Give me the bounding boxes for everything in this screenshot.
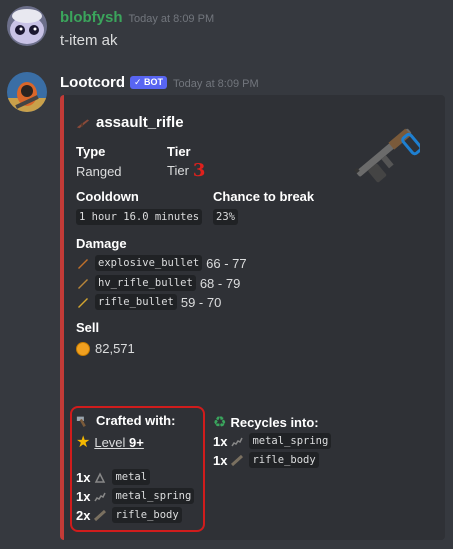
damage-range: 68 - 79 bbox=[199, 275, 241, 291]
break-value: 23% bbox=[213, 209, 238, 225]
crafted-qty: 1x bbox=[76, 488, 91, 504]
crafted-item: metal_spring bbox=[112, 488, 195, 504]
message1-author[interactable]: blobfysh bbox=[60, 9, 123, 26]
crafted-item-row: 1x metal_spring bbox=[76, 488, 198, 504]
embed-title: assault_rifle bbox=[76, 114, 184, 131]
crafted-qty: 1x bbox=[76, 469, 91, 485]
tier-label: Tier bbox=[167, 144, 191, 159]
crafted-item: rifle_body bbox=[112, 507, 182, 523]
damage-item: hv_rifle_bullet bbox=[95, 275, 196, 291]
cooldown-value: 1 hour 16.0 minutes bbox=[76, 209, 203, 225]
crafted-qty: 2x bbox=[76, 507, 91, 523]
damage-label: Damage bbox=[76, 236, 127, 251]
recycle-item: rifle_body bbox=[249, 452, 319, 468]
break-value-wrap: 23% bbox=[213, 208, 238, 225]
damage-item: rifle_bullet bbox=[95, 294, 177, 310]
rifle-body-icon bbox=[231, 454, 244, 467]
tier-text: Tier bbox=[167, 163, 189, 178]
star-icon: ★ bbox=[76, 434, 91, 451]
blobfysh-avatar[interactable] bbox=[7, 6, 47, 46]
bot-badge: ✓ BOT bbox=[130, 76, 168, 89]
recycle-item: metal_spring bbox=[249, 433, 332, 449]
embed-title-text: assault_rifle bbox=[96, 114, 184, 131]
metal-spring-icon bbox=[94, 492, 107, 502]
crafted-label: Crafted with: bbox=[96, 413, 176, 428]
type-label: Type bbox=[76, 144, 106, 159]
lootcord-avatar[interactable] bbox=[7, 72, 47, 112]
message2-author[interactable]: Lootcord bbox=[60, 74, 125, 91]
sell-label: Sell bbox=[76, 320, 100, 335]
assault-rifle-icon bbox=[76, 119, 90, 128]
recycles-label: Recycles into: bbox=[230, 414, 319, 430]
recycle-qty: 1x bbox=[213, 452, 228, 468]
damage-range: 66 - 77 bbox=[206, 255, 247, 271]
damage-range: 59 - 70 bbox=[180, 294, 222, 310]
metal-icon bbox=[95, 472, 106, 483]
damage-row: explosive_bullet 66 - 77 bbox=[76, 255, 247, 271]
hv-rifle-bullet-icon bbox=[78, 279, 88, 289]
sell-value: 82,571 bbox=[95, 341, 135, 356]
metal-spring-icon bbox=[231, 437, 244, 447]
explosive-bullet-icon bbox=[78, 259, 88, 269]
message1-timestamp: Today at 8:09 PM bbox=[128, 13, 215, 25]
recycle-item-row: 1x rifle_body bbox=[213, 452, 323, 468]
message2-timestamp: Today at 8:09 PM bbox=[173, 78, 259, 90]
crafted-label-row: Crafted with: bbox=[76, 413, 175, 428]
coin-icon bbox=[76, 341, 90, 356]
crafted-item-row: 2x rifle_body bbox=[76, 507, 186, 523]
level-text: Level bbox=[94, 434, 130, 450]
rifle-bullet-icon bbox=[78, 298, 88, 308]
assault-rifle-thumbnail bbox=[354, 128, 420, 183]
type-value: Ranged bbox=[76, 164, 122, 179]
damage-row: rifle_bullet 59 - 70 bbox=[76, 294, 221, 310]
recycle-qty: 1x bbox=[213, 433, 228, 449]
tier-number: 3 bbox=[192, 160, 206, 181]
message1-header: blobfysh Today at 8:09 PM bbox=[60, 9, 214, 26]
cooldown-value-wrap: 1 hour 16.0 minutes bbox=[76, 208, 203, 225]
crafted-item: metal bbox=[112, 469, 151, 485]
recycle-icon: ♻ bbox=[213, 414, 227, 431]
hammer-icon bbox=[76, 416, 86, 427]
level-row: ★ Level 9+ bbox=[76, 432, 144, 452]
damage-item: explosive_bullet bbox=[95, 255, 203, 271]
break-label: Chance to break bbox=[213, 189, 315, 204]
message1-text: t-item ak bbox=[60, 32, 118, 49]
cooldown-label: Cooldown bbox=[76, 189, 139, 204]
sell-value-row: 82,571 bbox=[76, 341, 135, 356]
recycles-label-row: ♻ Recycles into: bbox=[213, 413, 319, 431]
tier-value: Tier 3 bbox=[167, 160, 205, 181]
crafted-item-row: 1x metal bbox=[76, 469, 154, 485]
recycle-item-row: 1x metal_spring bbox=[213, 433, 335, 449]
rifle-body-icon bbox=[94, 509, 107, 522]
damage-row: hv_rifle_bullet 68 - 79 bbox=[76, 275, 240, 291]
level-value: 9+ bbox=[129, 434, 144, 450]
level-requirement[interactable]: Level 9+ bbox=[94, 435, 144, 450]
message2-header: Lootcord ✓ BOT Today at 8:09 PM bbox=[60, 74, 259, 91]
